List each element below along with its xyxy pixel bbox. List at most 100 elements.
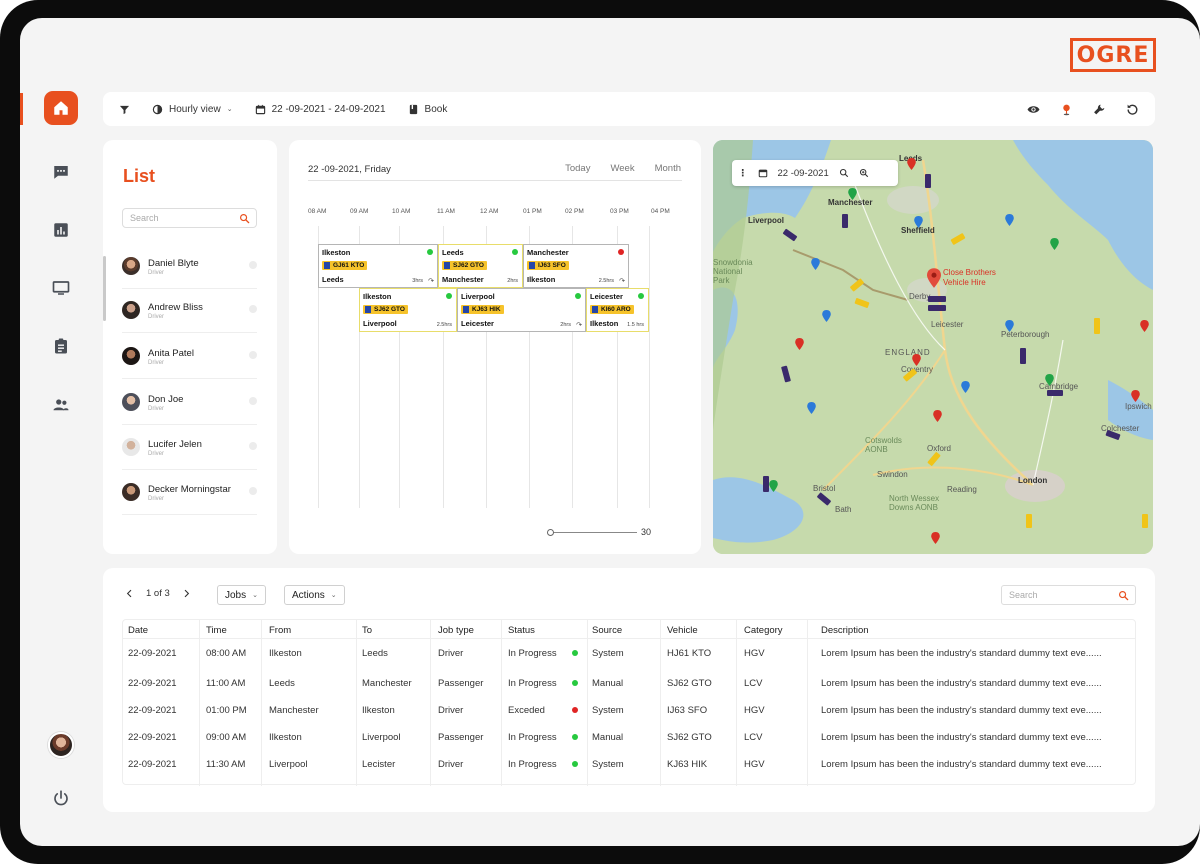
zoom-in-icon[interactable] [859,168,869,178]
column-header-vehicle[interactable]: Vehicle [667,625,698,636]
driver-list-item[interactable]: Andrew Bliss Driver [122,288,257,333]
vehicle-marker[interactable] [1142,514,1148,528]
pin-icon[interactable] [1060,103,1073,116]
top-toolbar: Hourly view ⌄ 22 -09-2021 - 24-09-2021 B… [103,92,1155,126]
sidebar-item-tasks[interactable] [44,329,78,363]
job-from: Ilkeston [322,248,351,257]
column-header-description[interactable]: Description [821,625,869,636]
map-label-close-brothers[interactable]: Close Brothers Vehicle Hire [943,268,1009,288]
column-header-status[interactable]: Status [508,625,535,636]
list-scrollbar[interactable] [103,256,106,321]
map-pin-green[interactable] [1050,238,1059,250]
cell-date: 22-09-2021 [128,732,177,743]
vehicle-marker[interactable] [763,476,769,492]
map-pin-blue[interactable] [811,258,820,270]
cell-date: 22-09-2021 [128,648,177,659]
map-pin-blue[interactable] [822,310,831,322]
schedule-job-card[interactable]: Ilkeston SJ62 GTO Liverpool 2.5hrs [359,288,457,332]
zoom-slider-track[interactable] [551,532,637,533]
driver-list-item[interactable]: Lucifer Jelen Driver [122,425,257,470]
driver-list-item[interactable]: Don Joe Driver [122,380,257,425]
map-pin-red[interactable] [931,532,940,544]
vehicle-marker[interactable] [1094,318,1100,334]
zoom-slider-handle[interactable] [547,529,554,536]
vehicle-marker[interactable] [1047,390,1063,396]
job-from: Manchester [527,248,569,257]
book-button[interactable]: Book [408,104,447,115]
column-header-job-type[interactable]: Job type [438,625,474,636]
sidebar-item-home[interactable] [44,91,78,125]
vehicle-marker[interactable] [1026,514,1032,528]
refresh-icon[interactable] [1126,103,1139,116]
map-pin-red[interactable] [795,338,804,350]
driver-list-item[interactable]: Anita Patel Driver [122,334,257,379]
map-pin-red[interactable] [912,354,921,366]
table-search-placeholder: Search [1009,590,1038,600]
driver-role: Driver [148,360,164,366]
map-pin-blue[interactable] [1005,214,1014,226]
tab-week[interactable]: Week [610,163,634,174]
column-header-from[interactable]: From [269,625,291,636]
zoom-out-icon[interactable] [839,168,849,178]
brand-logo[interactable]: OGRE [1070,38,1156,72]
fleet-map[interactable]: ⋮ 22 -09-2021 Leeds Manchester Liverpool… [713,140,1153,554]
map-pin-blue[interactable] [914,216,923,228]
cell-source: System [592,705,624,716]
column-divider [501,620,502,786]
date-range-picker[interactable]: 22 -09-2021 - 24-09-2021 [255,104,386,115]
map-pin-red[interactable] [1140,320,1149,332]
user-avatar[interactable] [48,732,74,758]
chevron-left-icon[interactable] [125,589,134,598]
column-header-time[interactable]: Time [206,625,227,636]
sidebar-item-users[interactable] [44,388,78,422]
map-pin-blue[interactable] [807,402,816,414]
jobs-dropdown[interactable]: Jobs ⌄ [217,585,266,605]
map-pin-red[interactable] [933,410,942,422]
wrench-icon[interactable] [1093,103,1106,116]
vehicle-marker[interactable] [925,174,931,188]
sidebar-item-monitor[interactable] [44,271,78,305]
calendar-icon[interactable] [758,168,768,178]
cell-to: Ilkeston [362,705,395,716]
sidebar-item-messages[interactable] [44,155,78,189]
page-indicator: 1 of 3 [146,588,170,599]
schedule-job-card[interactable]: Leicester KI60 ARO Ilkeston 1.5 hrs [586,288,649,332]
column-header-to[interactable]: To [362,625,372,636]
map-pin-green[interactable] [1045,374,1054,386]
column-header-source[interactable]: Source [592,625,622,636]
schedule-job-card[interactable]: Manchester IJ63 SFO Ilkeston 2.5hrs ↷ [523,244,629,288]
map-pin-green[interactable] [769,480,778,492]
tab-today[interactable]: Today [565,163,590,174]
filter-button[interactable] [119,104,130,115]
more-vertical-icon[interactable]: ⋮ [738,168,748,179]
vehicle-marker[interactable] [842,214,848,228]
power-button[interactable] [44,781,78,815]
schedule-job-card[interactable]: Liverpool KJ63 HIK Leicester 2hrs ↷ [457,288,586,332]
map-label-bristol: Bristol [813,484,836,493]
map-pin-blue[interactable] [1005,320,1014,332]
map-pin-green[interactable] [848,188,857,200]
actions-dropdown[interactable]: Actions ⌄ [284,585,345,605]
column-header-date[interactable]: Date [128,625,148,636]
job-to: Ilkeston [527,275,556,284]
chevron-right-icon[interactable] [182,589,191,598]
schedule-job-card[interactable]: Ilkeston GJ61 KTO Leeds 3hrs ↷ [318,244,438,288]
status-dot [572,761,578,767]
driver-list-item[interactable]: Daniel Blyte Driver [122,244,257,289]
column-header-category[interactable]: Category [744,625,783,636]
table-search-input[interactable]: Search [1001,585,1136,605]
map-pin-red[interactable] [1131,390,1140,402]
tab-month[interactable]: Month [655,163,681,174]
map-pin-red[interactable] [907,158,916,170]
close-brothers-marker-icon[interactable] [927,268,941,288]
vehicle-marker[interactable] [928,305,946,311]
driver-list-item[interactable]: Decker Morningstar Driver [122,470,257,515]
vehicle-marker[interactable] [1020,348,1026,364]
schedule-job-card[interactable]: Leeds SJ62 GTO Manchester 2hrs [438,244,523,288]
eye-icon[interactable] [1027,103,1040,116]
sidebar-item-reports[interactable] [44,213,78,247]
view-selector[interactable]: Hourly view ⌄ [152,104,233,115]
vehicle-marker[interactable] [928,296,946,302]
map-pin-blue[interactable] [961,381,970,393]
list-search-input[interactable]: Search [122,208,257,228]
